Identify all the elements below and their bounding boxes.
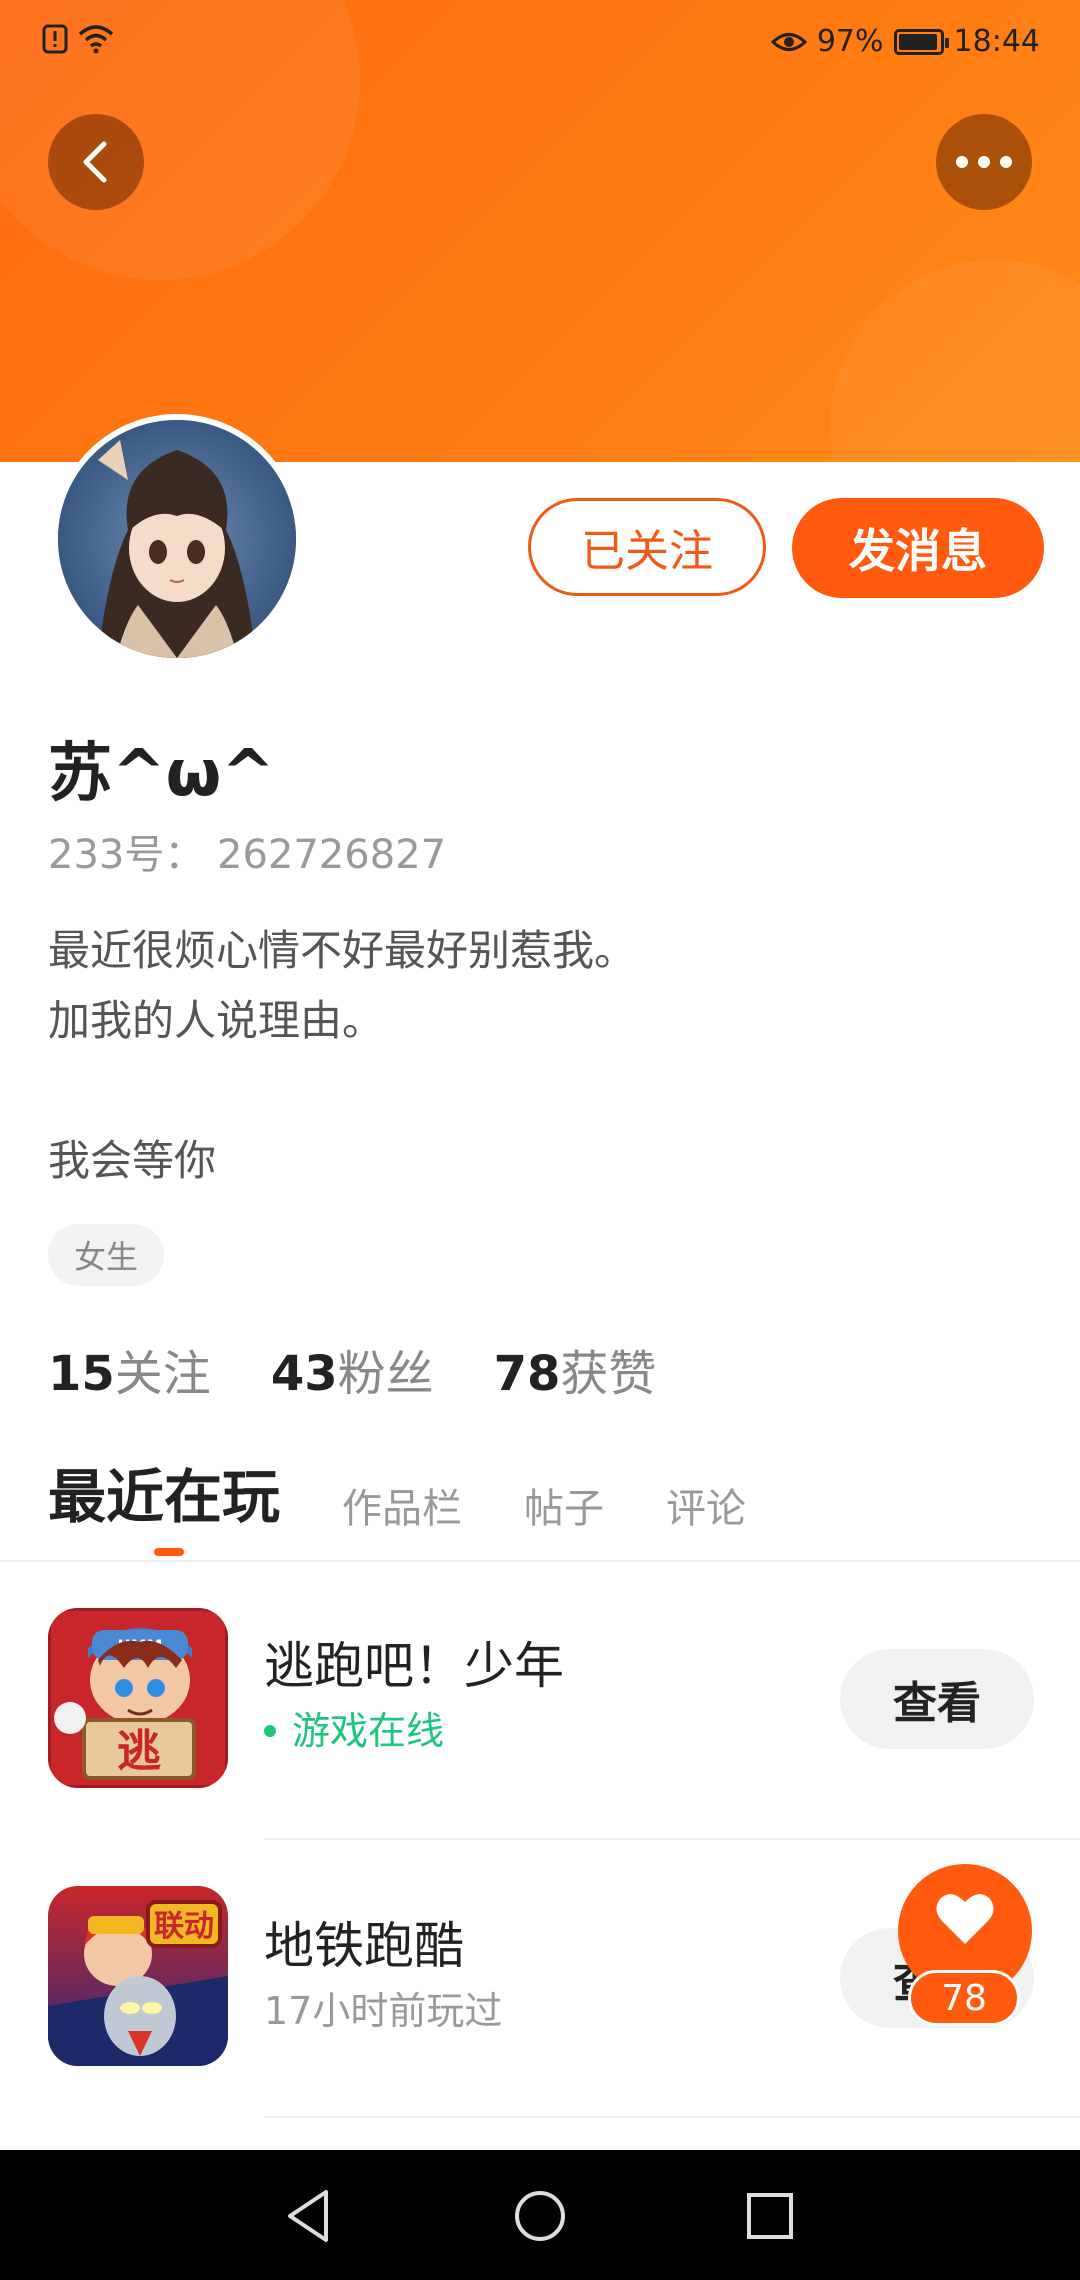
- nav-home-icon[interactable]: [510, 2186, 570, 2246]
- tab-recently-played[interactable]: 最近在玩: [48, 1450, 280, 1534]
- stat-number: 15: [48, 1346, 115, 1402]
- heart-icon: [936, 1894, 994, 1944]
- profile-id: 233号： 262726827: [48, 832, 447, 878]
- gender-tag: 女生: [48, 1224, 165, 1286]
- stat-label: 获赞: [560, 1346, 657, 1402]
- alert-icon: [42, 24, 68, 54]
- eye-comfort-icon: [770, 32, 807, 51]
- game-status: 17小时前玩过: [264, 1989, 503, 2033]
- game-name: 逃跑吧！少年: [264, 1637, 564, 1695]
- svg-text:联动: 联动: [154, 1909, 214, 1944]
- view-button[interactable]: 查看: [840, 1649, 1034, 1749]
- like-count-badge: 78: [908, 1970, 1020, 2026]
- profile-tabs: 最近在玩 作品栏 帖子 评论: [48, 1450, 746, 1534]
- stat-likes: 78获赞: [494, 1334, 657, 1404]
- clock: 18:44: [953, 24, 1040, 59]
- subway-surfers-icon: 联动: [48, 1886, 228, 2066]
- game-status: 游戏在线: [264, 1700, 444, 1755]
- profile-stats: 15关注 43粉丝 78获赞: [48, 1334, 656, 1404]
- game-name: 地铁跑酷: [264, 1917, 464, 1975]
- back-button[interactable]: [48, 114, 144, 210]
- tab-posts[interactable]: 帖子: [524, 1476, 604, 1534]
- stat-number: 78: [493, 1346, 561, 1402]
- escape-game-icon: UMM 逃: [48, 1608, 228, 1788]
- status-bar: 97% 18:44: [0, 0, 1080, 90]
- tab-works[interactable]: 作品栏: [342, 1476, 462, 1534]
- profile-bio: 最近很烦心情不好最好别惹我。 加我的人说理由。 我会等你: [48, 926, 637, 1185]
- avatar[interactable]: [52, 414, 302, 664]
- nav-recents-icon[interactable]: [740, 2186, 800, 2246]
- more-dots-icon: [956, 156, 1012, 168]
- row-divider: [264, 2116, 1080, 2118]
- nav-back-icon[interactable]: [280, 2186, 340, 2246]
- stat-fans[interactable]: 43粉丝: [271, 1334, 434, 1404]
- svg-text:逃: 逃: [117, 1726, 161, 1777]
- stat-following[interactable]: 15关注: [48, 1334, 211, 1404]
- stat-label: 粉丝: [337, 1346, 434, 1402]
- list-item[interactable]: UMM 逃 逃跑吧！少年 游戏在线 查看: [0, 1560, 1080, 1838]
- send-message-button[interactable]: 发消息: [792, 498, 1044, 598]
- battery-icon: [893, 28, 949, 55]
- followed-button[interactable]: 已关注: [528, 498, 766, 596]
- profile-name: 苏^ω^: [48, 737, 275, 811]
- tab-comments[interactable]: 评论: [666, 1476, 746, 1534]
- battery-percent: 97%: [816, 24, 884, 59]
- stat-label: 关注: [114, 1346, 211, 1402]
- active-tab-indicator: [154, 1548, 184, 1556]
- system-navigation-bar: [0, 2150, 1080, 2280]
- stat-number: 43: [270, 1346, 338, 1402]
- more-button[interactable]: [936, 114, 1032, 210]
- chevron-left-icon: [83, 141, 107, 183]
- wifi-icon: [78, 25, 114, 54]
- game-status-text: 游戏在线: [292, 1709, 445, 1753]
- online-dot-icon: [264, 1724, 276, 1737]
